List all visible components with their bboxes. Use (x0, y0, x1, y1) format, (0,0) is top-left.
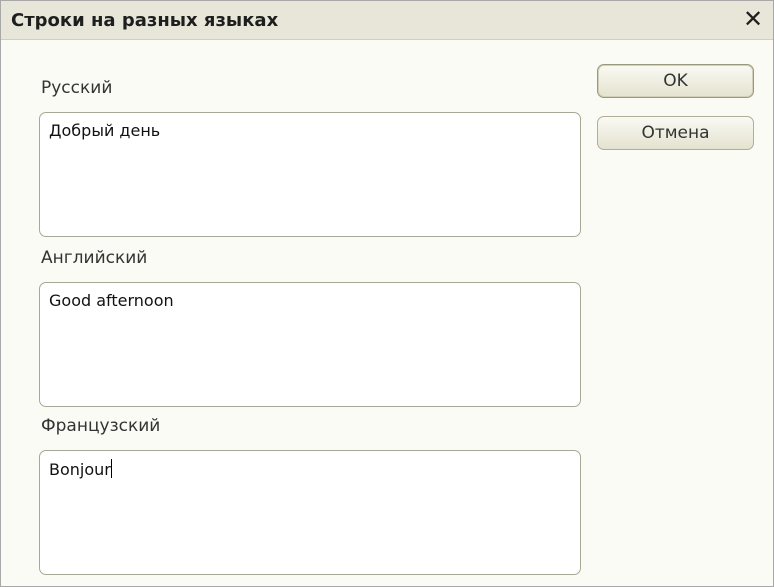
dialog-title: Строки на разных языках (11, 10, 279, 31)
dialog-titlebar: Строки на разных языках ✕ (1, 1, 773, 40)
english-text-field[interactable]: Good afternoon (39, 282, 581, 407)
french-text-field[interactable]: Bonjour (39, 450, 581, 575)
close-icon[interactable]: ✕ (739, 5, 767, 33)
english-label: Английский (41, 248, 148, 268)
french-text-value: Bonjour (49, 460, 111, 479)
ok-button[interactable]: OK (597, 64, 754, 98)
russian-text-field[interactable]: Добрый день (39, 112, 581, 237)
russian-label: Русский (41, 78, 113, 98)
french-label: Французский (41, 416, 161, 436)
cancel-button[interactable]: Отмена (597, 116, 754, 150)
multilanguage-strings-dialog: Строки на разных языках ✕ Русский Добрый… (0, 0, 774, 587)
text-caret (110, 459, 112, 478)
